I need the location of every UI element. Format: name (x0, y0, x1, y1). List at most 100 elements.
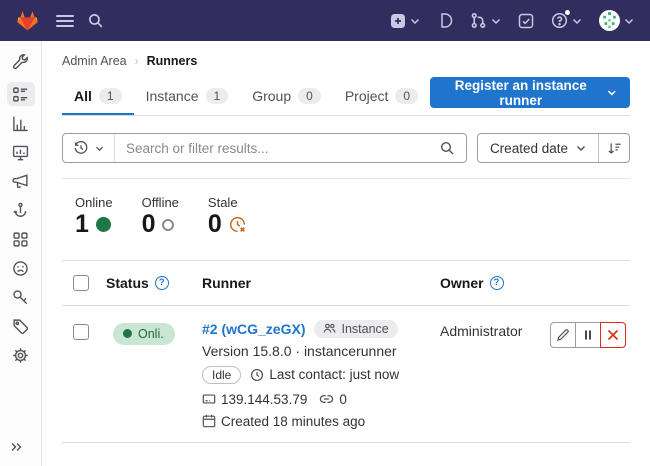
sort-by-dropdown[interactable]: Created date (478, 134, 598, 162)
chevron-down-icon (607, 89, 617, 97)
search-submit-button[interactable] (428, 140, 466, 156)
runner-status-stats: Online 1 Offline 0 Stale 0 (62, 179, 630, 239)
main-content: Admin Area › Runners All 1 Instance 1 Gr… (42, 41, 650, 466)
key-icon (12, 289, 29, 306)
hamburger-menu-icon[interactable] (56, 15, 74, 27)
tab-group-count: 0 (298, 88, 321, 104)
stale-clock-icon (229, 216, 246, 233)
runner-actions (550, 322, 630, 348)
runner-row: Onli... #2 (wCG_zeGX) Instance (62, 306, 630, 444)
gitlab-logo-icon[interactable] (16, 10, 39, 32)
history-clock-icon (73, 140, 89, 156)
expand-sidebar-button[interactable] (9, 440, 24, 454)
row-checkbox[interactable] (73, 324, 89, 340)
user-menu-button[interactable] (599, 10, 634, 31)
chevron-down-icon (491, 17, 501, 25)
select-all-checkbox[interactable] (73, 275, 89, 291)
status-help-icon[interactable] (155, 276, 169, 290)
gear-icon (12, 347, 29, 364)
grid-icon (12, 231, 29, 248)
chevron-down-icon (410, 17, 420, 25)
chevron-down-icon (95, 145, 104, 152)
breadcrumb-admin-area[interactable]: Admin Area (62, 54, 127, 68)
runner-tabs: All 1 Instance 1 Group 0 Project 0 (62, 79, 430, 115)
search-input[interactable] (115, 141, 428, 156)
owner-link[interactable]: Administrator (440, 323, 522, 339)
runners-table: Status Runner Owner Onli... (62, 260, 630, 444)
runner-ip: 139.144.53.79 (202, 392, 307, 407)
offline-circle-icon (162, 219, 174, 231)
breadcrumb-separator: › (135, 54, 139, 68)
tab-instance[interactable]: Instance 1 (134, 79, 241, 115)
runner-tabs-row: All 1 Instance 1 Group 0 Project 0 Regis… (62, 77, 630, 116)
runner-link[interactable]: #2 (wCG_zeGX) (202, 321, 305, 337)
online-dot-icon (123, 329, 132, 338)
admin-sidebar (0, 41, 42, 466)
top-navigation-bar (0, 0, 650, 41)
sidebar-item-analytics[interactable] (7, 111, 35, 135)
sidebar-item-system-hooks[interactable] (7, 198, 35, 222)
stat-online: Online 1 (75, 195, 113, 239)
new-menu-button[interactable] (390, 13, 420, 29)
sidebar-item-overview[interactable] (7, 82, 35, 106)
monitor-icon (12, 144, 29, 161)
tab-group[interactable]: Group 0 (240, 79, 333, 115)
owner-help-icon[interactable] (490, 276, 504, 290)
sidebar-item-admin-overview[interactable] (7, 49, 35, 73)
column-runner: Runner (202, 275, 440, 291)
sidebar-item-deploy-keys[interactable] (7, 285, 35, 309)
user-avatar (599, 10, 620, 31)
breadcrumb: Admin Area › Runners (62, 41, 630, 68)
runner-version: Version 15.8.0 · instancerunner (202, 343, 440, 359)
instance-type-badge: Instance (314, 320, 397, 338)
close-x-icon (607, 329, 619, 341)
issues-icon[interactable] (437, 12, 453, 29)
search-icon[interactable] (87, 12, 104, 29)
megaphone-icon (12, 173, 29, 190)
sidebar-item-settings[interactable] (7, 343, 35, 367)
tab-project-count: 0 (395, 88, 418, 104)
people-icon (323, 322, 336, 335)
sort-descending-icon (607, 141, 622, 156)
pause-icon (582, 329, 594, 341)
column-owner: Owner (440, 275, 550, 291)
filter-history-button[interactable] (63, 134, 115, 162)
created-time: Created 18 minutes ago (202, 414, 365, 429)
filter-row: Created date (62, 133, 630, 163)
breadcrumb-runners: Runners (147, 54, 198, 68)
associated-links: 0 (319, 392, 347, 407)
register-instance-runner-button[interactable]: Register an instance runner (430, 77, 630, 108)
runner-summary-cell: #2 (wCG_zeGX) Instance Version 15.8.0 · … (202, 320, 440, 432)
table-header: Status Runner Owner (62, 260, 630, 306)
online-dot-icon (96, 217, 111, 232)
status-badge-online: Onli... (113, 323, 175, 345)
delete-runner-button[interactable] (600, 322, 626, 348)
sort-controls: Created date (477, 133, 630, 163)
tab-project[interactable]: Project 0 (333, 79, 430, 115)
merge-requests-button[interactable] (470, 12, 501, 29)
sidebar-item-monitoring[interactable] (7, 140, 35, 164)
tab-all-count: 1 (99, 88, 122, 104)
sidebar-item-applications[interactable] (7, 227, 35, 251)
tag-icon (12, 318, 29, 335)
sort-direction-button[interactable] (598, 134, 629, 162)
stat-stale: Stale 0 (208, 195, 246, 239)
calendar-icon (202, 414, 216, 428)
tab-all[interactable]: All 1 (62, 79, 134, 115)
todos-icon[interactable] (518, 13, 534, 29)
search-icon (439, 140, 455, 156)
link-icon (319, 393, 334, 405)
sidebar-item-labels[interactable] (7, 314, 35, 338)
edit-runner-button[interactable] (550, 322, 576, 348)
pencil-icon (556, 328, 570, 342)
tab-instance-count: 1 (206, 88, 229, 104)
pause-runner-button[interactable] (575, 322, 601, 348)
sidebar-item-abuse-reports[interactable] (7, 256, 35, 280)
clock-icon (250, 368, 264, 382)
chevron-down-icon (624, 17, 634, 25)
search-filter-box (62, 133, 467, 163)
sidebar-item-messages[interactable] (7, 169, 35, 193)
wrench-icon (12, 53, 29, 70)
help-menu-button[interactable] (551, 12, 582, 29)
chevron-down-icon (572, 17, 582, 25)
